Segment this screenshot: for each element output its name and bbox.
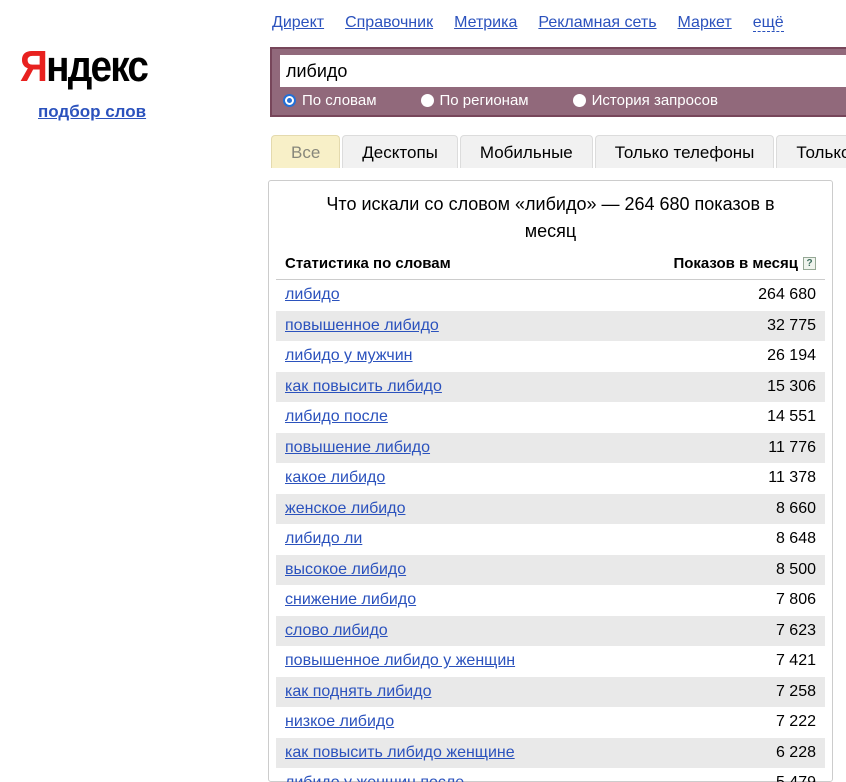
column-header-impressions: Показов в месяц	[673, 255, 798, 272]
search-mode-2[interactable]: История запросов	[573, 92, 718, 109]
keyword-link-8[interactable]: либидо ли	[285, 530, 362, 548]
search-panel: По словам По регионам История запросов	[270, 47, 846, 117]
keyword-link-7[interactable]: женское либидо	[285, 500, 405, 518]
impressions-value-7: 8 660	[776, 500, 816, 518]
search-mode-0[interactable]: По словам	[283, 92, 377, 109]
keyword-link-2[interactable]: либидо у мужчин	[285, 347, 413, 365]
keyword-link-0[interactable]: либидо	[285, 286, 340, 304]
keyword-link-13[interactable]: как поднять либидо	[285, 683, 431, 701]
impressions-value-11: 7 623	[776, 622, 816, 640]
table-row-13: как поднять либидо 7 258	[276, 677, 825, 708]
search-input[interactable]	[280, 55, 846, 87]
table-row-10: снижение либидо 7 806	[276, 585, 825, 616]
keyword-link-14[interactable]: низкое либидо	[285, 713, 394, 731]
nav-link-2[interactable]: Метрика	[454, 14, 517, 31]
impressions-value-6: 11 378	[768, 469, 816, 487]
impressions-value-2: 26 194	[767, 347, 816, 365]
keywords-table: либидо 264 680 повышенное либидо 32 775 либи…	[276, 280, 825, 782]
keyword-link-11[interactable]: слово либидо	[285, 622, 388, 640]
table-row-15: как повысить либидо женщине 6 228	[276, 738, 825, 769]
table-row-11: слово либидо 7 623	[276, 616, 825, 647]
help-icon[interactable]: ?	[803, 257, 816, 270]
impressions-value-0: 264 680	[758, 286, 816, 304]
radio-label-2: История запросов	[592, 92, 718, 109]
table-row-16: либидо у женщин после 5 479	[276, 768, 825, 782]
results-title: Что искали со словом «либидо» — 264 680 …	[276, 191, 825, 245]
keyword-link-1[interactable]: повышенное либидо	[285, 317, 439, 335]
tab-1[interactable]: Десктопы	[342, 135, 458, 168]
impressions-value-4: 14 551	[767, 408, 816, 426]
impressions-value-8: 8 648	[776, 530, 816, 548]
tab-3[interactable]: Только телефоны	[595, 135, 775, 168]
table-row-3: как повысить либидо 15 306	[276, 372, 825, 403]
table-row-7: женское либидо 8 660	[276, 494, 825, 525]
results-card: Что искали со словом «либидо» — 264 680 …	[268, 180, 833, 782]
tab-2[interactable]: Мобильные	[460, 135, 593, 168]
table-row-1: повышенное либидо 32 775	[276, 311, 825, 342]
table-row-0: либидо 264 680	[276, 280, 825, 311]
table-row-5: повышение либидо 11 776	[276, 433, 825, 464]
keyword-link-5[interactable]: повышение либидо	[285, 439, 430, 457]
impressions-value-3: 15 306	[767, 378, 816, 396]
radio-label-0: По словам	[302, 92, 377, 109]
column-header-keywords: Статистика по словам	[285, 255, 451, 272]
keyword-link-15[interactable]: как повысить либидо женщине	[285, 744, 515, 762]
keyword-link-3[interactable]: как повысить либидо	[285, 378, 442, 396]
radio-button-1[interactable]	[421, 94, 434, 107]
keyword-link-6[interactable]: какое либидо	[285, 469, 385, 487]
table-row-2: либидо у мужчин 26 194	[276, 341, 825, 372]
impressions-value-12: 7 421	[776, 652, 816, 670]
keyword-link-4[interactable]: либидо после	[285, 408, 388, 426]
impressions-value-13: 7 258	[776, 683, 816, 701]
keyword-link-10[interactable]: снижение либидо	[285, 591, 416, 609]
impressions-value-9: 8 500	[776, 561, 816, 579]
impressions-value-15: 6 228	[776, 744, 816, 762]
keyword-link-9[interactable]: высокое либидо	[285, 561, 406, 579]
radio-button-2[interactable]	[573, 94, 586, 107]
impressions-value-14: 7 222	[776, 713, 816, 731]
table-header: Статистика по словам Показов в месяц ?	[276, 253, 825, 280]
top-nav: Директ Справочник Метрика Рекламная сеть Мар…	[272, 14, 805, 32]
table-row-6: какое либидо 11 378	[276, 463, 825, 494]
impressions-value-1: 32 775	[767, 317, 816, 335]
table-row-8: либидо ли 8 648	[276, 524, 825, 555]
wordstat-page: Яндекс подбор слов Директ Справочник Метри…	[0, 0, 846, 782]
table-row-12: повышенное либидо у женщин 7 421	[276, 646, 825, 677]
impressions-value-10: 7 806	[776, 591, 816, 609]
nav-link-5[interactable]: ещё	[753, 14, 784, 32]
search-mode-radios: По словам По регионам История запросов	[272, 87, 846, 113]
radio-button-0[interactable]	[283, 94, 296, 107]
keyword-link-16[interactable]: либидо у женщин после	[285, 774, 464, 782]
device-tabs: ВсеДесктопыМобильныеТолько телефоныТольк…	[271, 135, 846, 168]
tab-0[interactable]: Все	[271, 135, 340, 168]
keyword-link-12[interactable]: повышенное либидо у женщин	[285, 652, 515, 670]
table-row-4: либидо после 14 551	[276, 402, 825, 433]
table-row-9: высокое либидо 8 500	[276, 555, 825, 586]
wordstat-home-link[interactable]: подбор слов	[38, 102, 146, 122]
nav-link-1[interactable]: Справочник	[345, 14, 433, 31]
search-mode-1[interactable]: По регионам	[421, 92, 529, 109]
tab-4[interactable]: Только планшеты	[776, 135, 846, 168]
radio-label-1: По регионам	[440, 92, 529, 109]
yandex-logo[interactable]: Яндекс	[20, 42, 147, 92]
impressions-value-16: 5 479	[776, 774, 816, 782]
impressions-value-5: 11 776	[768, 439, 816, 457]
nav-link-0[interactable]: Директ	[272, 14, 324, 31]
nav-link-3[interactable]: Рекламная сеть	[538, 14, 656, 31]
nav-link-4[interactable]: Маркет	[678, 14, 732, 31]
table-row-14: низкое либидо 7 222	[276, 707, 825, 738]
